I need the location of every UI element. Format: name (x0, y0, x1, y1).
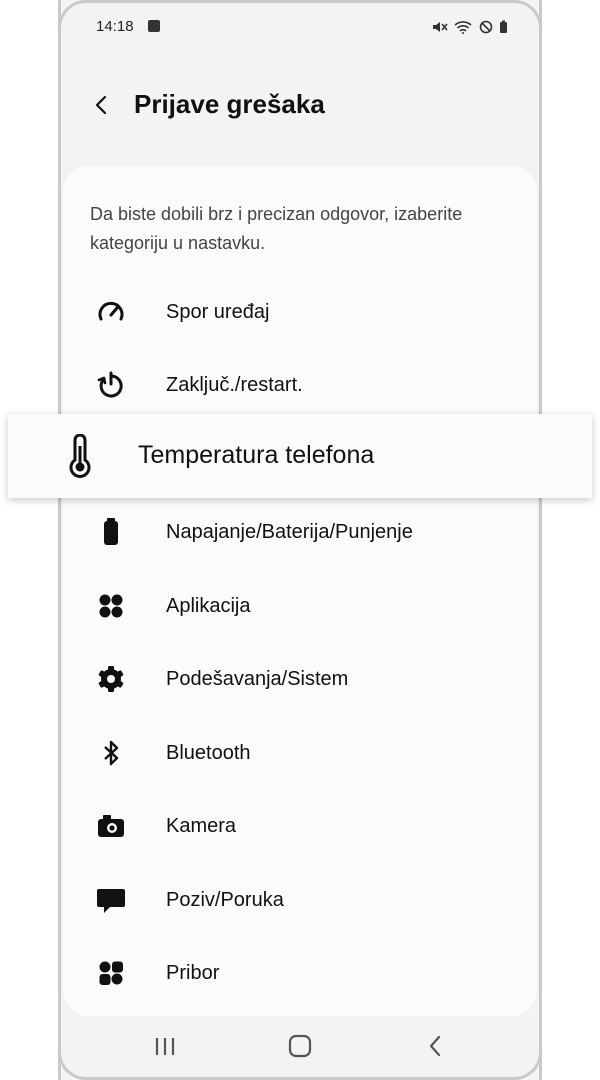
intro-text: Da biste dobili brz i precizan odgovor, … (90, 204, 463, 253)
accessories-icon (96, 958, 126, 988)
back-icon (429, 1035, 441, 1057)
navigation-bar (63, 1018, 537, 1076)
home-button[interactable] (278, 1026, 322, 1066)
apps-icon (96, 591, 126, 621)
recents-button[interactable] (143, 1026, 187, 1066)
category-lock-restart[interactable]: Zaključ./restart. (90, 362, 510, 408)
category-camera[interactable]: Kamera (90, 803, 510, 849)
category-power-battery-charging[interactable]: Napajanje/Baterija/Punjenje (90, 509, 510, 555)
status-bar: 14:18 (96, 16, 508, 38)
category-label: Bluetooth (166, 742, 251, 764)
category-label: Napajanje/Baterija/Punjenje (166, 521, 413, 543)
restart-icon (96, 370, 126, 400)
category-slow-device[interactable]: Spor uređaj (90, 289, 510, 335)
category-label: Aplikacija (166, 595, 251, 617)
home-icon (288, 1034, 312, 1058)
category-label: Spor uređaj (166, 301, 270, 323)
header: Prijave grešaka (90, 85, 510, 127)
category-settings-system[interactable]: Podešavanja/Sistem (90, 656, 510, 702)
notification-check-icon (148, 20, 160, 32)
category-label: Temperatura telefona (138, 441, 375, 469)
bluetooth-icon (96, 738, 126, 768)
category-label: Poziv/Poruka (166, 889, 284, 911)
do-not-disturb-icon (479, 20, 492, 34)
category-label: Zaključ./restart. (166, 374, 303, 396)
category-label: Podešavanja/Sistem (166, 668, 349, 690)
wifi-icon (454, 20, 472, 34)
category-label: Pribor (166, 962, 220, 984)
status-icons (430, 18, 508, 36)
status-time: 14:18 (96, 18, 134, 35)
gear-icon (96, 664, 126, 694)
battery-icon (96, 517, 126, 547)
message-icon (96, 885, 126, 915)
category-bluetooth[interactable]: Bluetooth (90, 730, 510, 776)
category-accessories[interactable]: Pribor (90, 950, 510, 996)
recents-icon (155, 1038, 175, 1055)
category-call-message[interactable]: Poziv/Poruka (90, 877, 510, 923)
category-label: Kamera (166, 815, 237, 837)
mute-icon (432, 21, 448, 32)
category-application[interactable]: Aplikacija (90, 583, 510, 629)
back-button[interactable] (90, 89, 114, 121)
chevron-left-icon (95, 95, 107, 115)
page-title: Prijave grešaka (134, 89, 325, 119)
speedometer-icon (96, 297, 126, 327)
category-phone-temperature[interactable]: Temperatura telefona (8, 414, 592, 498)
back-nav-button[interactable] (413, 1026, 457, 1066)
thermometer-icon (60, 433, 100, 478)
camera-icon (96, 811, 126, 841)
battery-icon (500, 20, 507, 33)
